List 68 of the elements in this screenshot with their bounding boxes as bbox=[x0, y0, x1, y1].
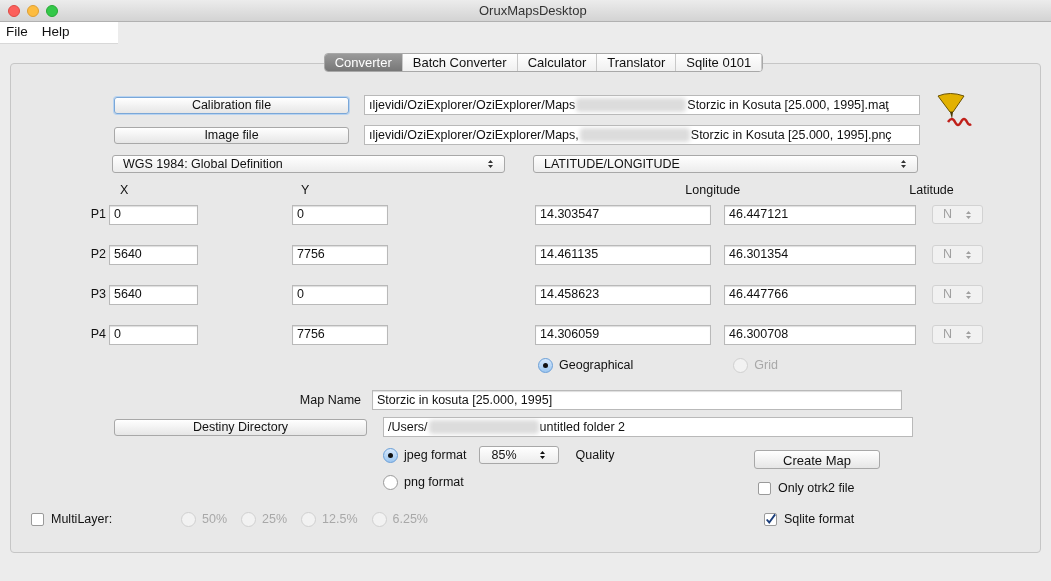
text-field[interactable]: 46.301354 bbox=[724, 244, 916, 265]
path-text: Storzic in Kosuta [25.000, 1995].maţ bbox=[687, 96, 889, 114]
field-label: Quality bbox=[575, 447, 615, 464]
dropdown[interactable]: WGS 1984: Global Definition bbox=[112, 155, 505, 173]
menu-item[interactable]: Help bbox=[41, 22, 70, 43]
dropdown[interactable]: LATITUDE/LONGITUDE bbox=[533, 155, 918, 173]
text-field[interactable]: 0 bbox=[292, 204, 388, 225]
coordinate-type-radio[interactable]: Geographical bbox=[538, 355, 634, 375]
quality-dropdown[interactable]: 85% bbox=[478, 446, 559, 465]
tab[interactable]: Batch Converter bbox=[402, 54, 518, 71]
create-map-button[interactable]: Create Map bbox=[754, 450, 880, 469]
text-field[interactable]: 14.306059 bbox=[535, 324, 711, 345]
window-control-icon[interactable] bbox=[8, 4, 20, 17]
path-text: ıljevidi/OziExplorer/OziExplorer/Maps, bbox=[369, 126, 579, 144]
sqlite-format-checkbox[interactable]: Sqlite format bbox=[764, 509, 855, 529]
window-control-icon[interactable] bbox=[46, 4, 58, 17]
only-otrk2-checkbox[interactable]: Only otrk2 file bbox=[758, 479, 880, 498]
text-field[interactable]: 0 bbox=[109, 324, 198, 345]
text-field[interactable]: 7756 bbox=[292, 244, 388, 265]
point-label: P1 bbox=[89, 206, 107, 224]
tab[interactable]: Sqlite 0101 bbox=[676, 54, 763, 71]
format-radio[interactable]: png format bbox=[383, 472, 758, 492]
field-label: Map Name bbox=[298, 391, 362, 409]
push-button[interactable]: Calibration file bbox=[114, 96, 349, 114]
text-field[interactable]: 14.461135 bbox=[535, 244, 711, 265]
point-label: P4 bbox=[89, 326, 107, 344]
text-field[interactable]: 0 bbox=[292, 284, 388, 305]
stepper-arrows-icon bbox=[487, 159, 494, 169]
path-field[interactable]: ıljevidi/OziExplorer/OziExplorer/Maps, Storzic in Kosuta [25.000, 1995].pnç bbox=[364, 125, 920, 145]
path-text: Storzic in Kosuta [25.000, 1995].pnç bbox=[690, 126, 892, 144]
tab[interactable]: Translator bbox=[597, 54, 677, 71]
text-field[interactable]: 0 bbox=[109, 204, 198, 225]
text-field[interactable]: 46.300708 bbox=[724, 324, 916, 345]
window-control-icon[interactable] bbox=[27, 4, 39, 17]
column-label: Latitude bbox=[909, 182, 954, 200]
path-text: /Users/ bbox=[388, 418, 428, 436]
path-field[interactable]: ıljevidi/OziExplorer/OziExplorer/Maps Storzic in Kosuta [25.000, 1995].maţ bbox=[364, 95, 920, 115]
path-text: ıljevidi/OziExplorer/OziExplorer/Maps bbox=[369, 96, 576, 114]
text-field[interactable]: 7756 bbox=[292, 324, 388, 345]
point-label: P2 bbox=[89, 246, 107, 264]
text-field[interactable]: 5640 bbox=[109, 244, 198, 265]
tab[interactable]: Calculator bbox=[517, 54, 598, 71]
window-title: OruxMapsDesktop bbox=[479, 1, 587, 20]
text-field[interactable]: 5640 bbox=[109, 284, 198, 305]
text-field[interactable]: Storzic in kosuta [25.000, 1995] bbox=[372, 390, 902, 410]
checkmark-icon bbox=[765, 512, 776, 526]
path-field[interactable]: /Users/ untitled folder 2 bbox=[383, 417, 913, 437]
stepper-arrows-icon bbox=[965, 289, 972, 300]
text-field[interactable]: 46.447121 bbox=[724, 204, 916, 225]
text-field[interactable]: 14.303547 bbox=[535, 204, 711, 225]
multilayer-checkbox[interactable]: MultiLayer: bbox=[31, 509, 181, 529]
format-radio[interactable]: jpeg format bbox=[383, 446, 467, 465]
column-label: X bbox=[120, 182, 130, 200]
stepper-arrows-icon bbox=[965, 329, 972, 340]
point-label: P3 bbox=[89, 286, 107, 304]
push-button[interactable]: Image file bbox=[114, 126, 349, 144]
text-field[interactable]: 14.458623 bbox=[535, 284, 711, 305]
stepper-arrows-icon bbox=[900, 159, 907, 169]
text-field[interactable]: 46.447766 bbox=[724, 284, 916, 305]
column-label: Y bbox=[301, 182, 310, 200]
path-text: untitled folder 2 bbox=[539, 418, 626, 436]
push-button[interactable]: Destiny Directory bbox=[114, 418, 367, 436]
stepper-arrows-icon bbox=[965, 209, 972, 220]
menu-item[interactable]: File bbox=[6, 22, 28, 43]
column-label: Longitude bbox=[685, 182, 741, 200]
stepper-arrows-icon bbox=[538, 450, 546, 461]
stepper-arrows-icon bbox=[965, 249, 972, 260]
tab[interactable]: Converter bbox=[324, 54, 403, 71]
